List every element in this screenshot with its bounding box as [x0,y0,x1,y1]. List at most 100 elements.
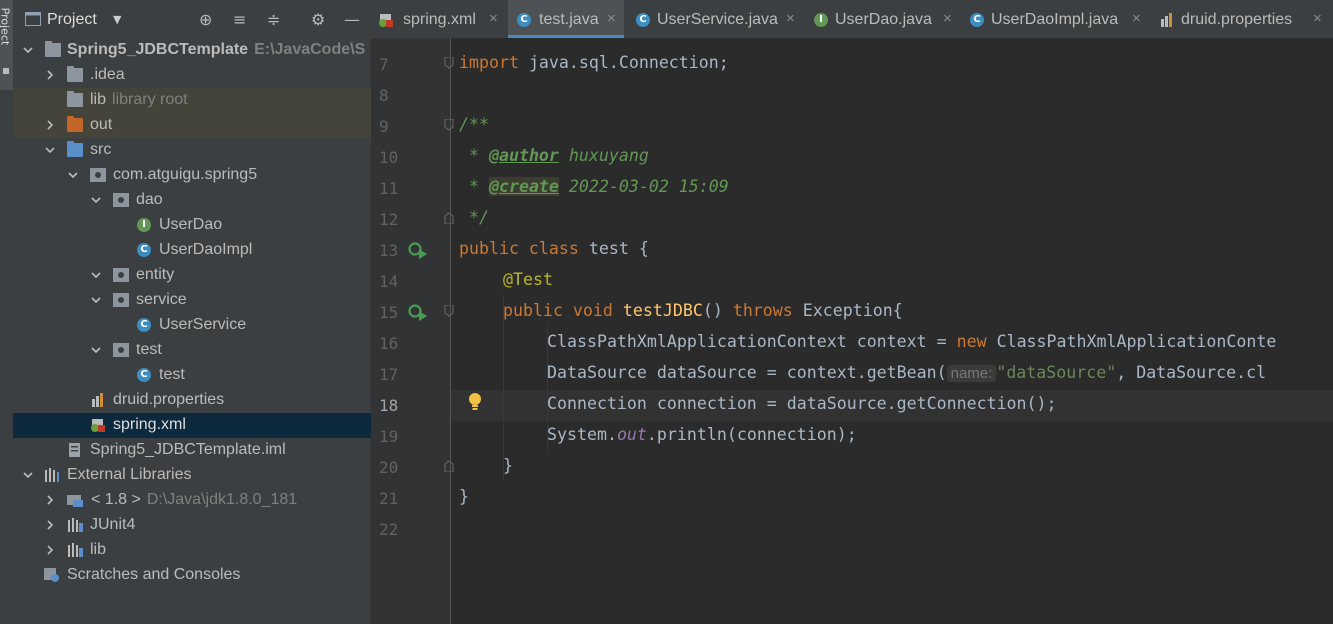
close-icon[interactable]: × [943,10,952,27]
close-icon[interactable]: × [1313,10,1322,27]
tree-item-spring-xml[interactable]: spring.xml [13,413,371,438]
iml-file-icon [69,443,80,457]
tree-item-idea[interactable]: .idea [13,63,371,88]
gear-icon[interactable]: ⚙ [311,10,325,29]
tab-label: spring.xml [403,11,476,28]
tab-test-java[interactable]: C test.java × [508,0,624,38]
tree-item-test-package[interactable]: test [13,338,371,363]
close-icon[interactable]: × [489,10,498,27]
run-test-icon[interactable] [408,241,428,259]
package-icon [113,193,129,207]
chevron-down-icon[interactable] [89,293,103,307]
annotation: @Test [503,270,553,289]
project-panel: Project ▼ ⊕ ≡ ≑ ⚙ — Spring5_JDBCTemplate… [13,0,371,624]
tree-item-project-root[interactable]: Spring5_JDBCTemplate E:\JavaCode\S [13,38,371,63]
interface-icon: I [137,218,151,232]
project-view-selector[interactable]: Project [47,11,97,29]
code-line-7: import java.sql.Connection; [459,53,729,72]
tree-item-scratches[interactable]: Scratches and Consoles [13,563,371,588]
tree-item-label: com.atguigu.spring5 [113,166,258,183]
fold-end-icon[interactable] [444,460,454,472]
chevron-down-icon[interactable] [89,343,103,357]
tree-item-druid-properties[interactable]: druid.properties [13,388,371,413]
code-text: Exception{ [792,301,903,320]
tree-item-userdao[interactable]: I UserDao [13,213,371,238]
tree-item-dao[interactable]: dao [13,188,371,213]
chevron-right-icon[interactable] [43,493,57,507]
chevron-down-icon[interactable] [21,468,35,482]
lightbulb-icon[interactable] [467,392,483,412]
line-number: 9 [379,117,389,136]
code-line-21: } [459,487,469,506]
tab-userdao-java[interactable]: I UserDao.java × [806,0,958,38]
line-number: 12 [379,210,399,229]
tree-item-path: D:\Java\jdk1.8.0_181 [146,491,298,508]
line-number: 11 [379,179,399,198]
jdk-icon [67,495,83,507]
code-text: System. [547,425,617,444]
tree-item-label: test [159,366,185,383]
tree-item-entity[interactable]: entity [13,263,371,288]
scratches-icon [44,568,59,582]
chevron-right-icon[interactable] [43,68,57,82]
chevron-down-icon[interactable] [89,193,103,207]
chevron-right-icon[interactable] [43,518,57,532]
collapse-all-icon[interactable]: ≑ [267,10,280,29]
tree-item-junit4[interactable]: JUnit4 [13,513,371,538]
tree-item-label: Scratches and Consoles [67,566,241,583]
tree-item-src[interactable]: src [13,138,371,163]
chevron-down-icon[interactable] [21,43,35,57]
code-editor[interactable] [451,38,1333,624]
class-icon: C [970,13,984,27]
locate-icon[interactable]: ⊕ [199,10,212,29]
tree-item-test-class[interactable]: C test [13,363,371,388]
tree-item-lib-library[interactable]: lib [13,538,371,563]
code-line-13: public class test { [459,239,649,258]
tree-item-hint: library root [112,91,188,108]
tree-item-lib[interactable]: lib library root [13,88,371,113]
tree-item-service[interactable]: service [13,288,371,313]
fold-icon[interactable] [444,57,454,69]
tree-item-external-libraries[interactable]: External Libraries [13,463,371,488]
tree-item-userdaoimpl[interactable]: C UserDaoImpl [13,238,371,263]
test-class-icon: C [517,13,531,27]
tree-item-package[interactable]: com.atguigu.spring5 [13,163,371,188]
line-number: 22 [379,520,399,539]
chevron-right-icon[interactable] [43,118,57,132]
chevron-down-icon[interactable] [89,268,103,282]
tool-window-strip: Project [0,0,14,624]
interface-icon: I [814,13,828,27]
xml-file-icon [91,419,105,432]
expand-all-icon[interactable]: ≡ [233,10,246,29]
tab-druid-properties[interactable]: druid.properties × [1152,0,1333,38]
code-text: } [503,456,513,475]
tree-item-userservice[interactable]: C UserService [13,313,371,338]
method-name: testJDBC [622,301,703,320]
minimize-icon[interactable]: — [344,10,360,29]
folder-icon [67,66,83,82]
fold-icon[interactable] [444,305,454,317]
code-line-20: } [503,456,513,475]
tree-item-jdk[interactable]: < 1.8 > D:\Java\jdk1.8.0_181 [13,488,371,513]
chevron-down-icon[interactable]: ▼ [113,13,121,26]
close-icon[interactable]: × [607,10,616,27]
tree-item-label: dao [136,191,163,208]
chevron-down-icon[interactable] [66,168,80,182]
close-icon[interactable]: × [786,10,795,27]
code-line-17: DataSource dataSource = context.getBean(… [547,363,1266,382]
chevron-down-icon[interactable] [43,143,57,157]
fold-end-icon[interactable] [444,212,454,224]
tree-item-out[interactable]: out [13,113,371,138]
properties-file-icon [92,393,103,407]
line-number: 10 [379,148,399,167]
close-icon[interactable]: × [1132,10,1141,27]
run-test-icon[interactable] [408,303,428,321]
fold-icon[interactable] [444,119,454,131]
tab-userservice-java[interactable]: C UserService.java × [628,0,802,38]
tab-label: druid.properties [1181,11,1293,28]
tree-item-iml[interactable]: Spring5_JDBCTemplate.iml [13,438,371,463]
project-tool-window-button[interactable]: Project [0,0,13,90]
tab-userdaoimpl-java[interactable]: C UserDaoImpl.java × [962,0,1148,38]
tab-spring-xml[interactable]: spring.xml × [371,0,505,38]
chevron-right-icon[interactable] [43,543,57,557]
